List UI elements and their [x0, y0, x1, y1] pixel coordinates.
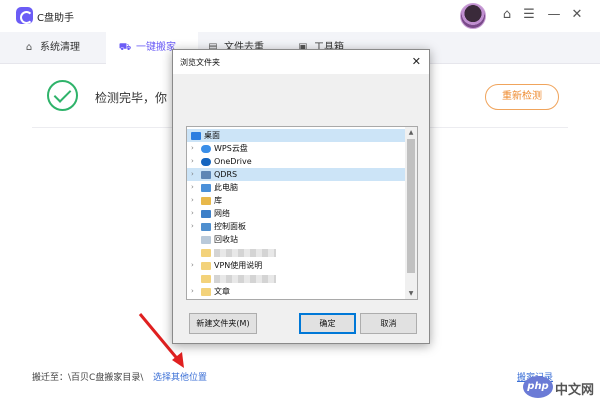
folder-icon [201, 262, 211, 270]
recycle-bin-icon [201, 236, 211, 244]
network-icon [201, 210, 211, 218]
chevron-right-icon[interactable]: › [191, 259, 194, 272]
chevron-right-icon[interactable]: › [191, 142, 194, 155]
tree-item-control-panel[interactable]: › 控制面板 [187, 220, 405, 233]
control-panel-icon [201, 223, 211, 231]
tree-item-library[interactable]: › 库 [187, 194, 405, 207]
user-icon [201, 171, 211, 179]
tree-item-label: 库 [214, 196, 222, 205]
tree-item-label: 资料 [214, 298, 230, 299]
folder-icon [201, 288, 211, 296]
dialog-close-icon[interactable]: ✕ [412, 55, 421, 68]
tree-item-label: QDRS [214, 170, 238, 179]
watermark-text: 中文网 [555, 383, 595, 398]
tree-item-label: OneDrive [214, 157, 252, 166]
tree-scrollbar[interactable]: ▲ ▼ [405, 127, 417, 299]
close-icon[interactable]: ✕ [568, 6, 586, 24]
app-logo-icon [16, 7, 33, 24]
library-icon [201, 197, 211, 205]
cloud-icon [201, 145, 211, 153]
watermark: php 中文网 [523, 376, 600, 401]
tree-item-label: WPS云盘 [214, 144, 248, 153]
status-text: 检测完毕，你 [95, 91, 168, 105]
folder-tree[interactable]: 桌面 › WPS云盘 › OneDrive › QDRS › 此电脑 › 库 ›… [186, 126, 418, 300]
check-circle-icon [47, 80, 78, 111]
scroll-down-icon[interactable]: ▼ [405, 288, 417, 299]
app-titlebar: C盘助手 ⌂ ☰ — ✕ [0, 0, 600, 32]
chevron-right-icon[interactable]: › [191, 285, 194, 298]
tree-item-blurred-folder[interactable] [187, 246, 405, 259]
tree-item-this-pc[interactable]: › 此电脑 [187, 181, 405, 194]
ok-button[interactable]: 确定 [299, 313, 356, 334]
tab-label: 系统清理 [40, 42, 80, 53]
tree-item-network[interactable]: › 网络 [187, 207, 405, 220]
folder-icon [201, 249, 211, 257]
menu-icon[interactable]: ☰ [520, 6, 538, 24]
broom-icon: ⌂ [25, 42, 33, 53]
chevron-right-icon[interactable]: › [191, 298, 194, 299]
app-title: C盘助手 [37, 13, 74, 24]
chevron-right-icon[interactable]: › [191, 168, 194, 181]
tree-item-label: 此电脑 [214, 183, 238, 192]
tree-item-vpn-guide[interactable]: › VPN使用说明 [187, 259, 405, 272]
tab-system-clean[interactable]: ⌂ 系统清理 [22, 32, 80, 64]
tree-item-qdrs[interactable]: › QDRS [187, 168, 405, 181]
tree-item-label: VPN使用说明 [214, 261, 263, 270]
move-to-label: 搬迁至： [32, 373, 69, 383]
dialog-titlebar: 浏览文件夹 ✕ [173, 50, 429, 74]
tree-item-recycle-bin[interactable]: 回收站 [187, 233, 405, 246]
dialog-title: 浏览文件夹 [180, 58, 220, 67]
tree-item-blurred-folder[interactable] [187, 272, 405, 285]
redacted-label [214, 248, 276, 257]
home-icon[interactable]: ⌂ [498, 6, 516, 24]
new-folder-button[interactable]: 新建文件夹(M) [189, 313, 257, 334]
chevron-right-icon[interactable]: › [191, 207, 194, 220]
chevron-right-icon[interactable]: › [191, 194, 194, 207]
scroll-up-icon[interactable]: ▲ [405, 127, 417, 138]
chevron-right-icon[interactable]: › [191, 220, 194, 233]
tree-item-articles[interactable]: › 文章 [187, 285, 405, 298]
rescan-button[interactable]: 重新检测 [485, 84, 559, 110]
redacted-label [214, 274, 276, 283]
tree-item-onedrive[interactable]: › OneDrive [187, 155, 405, 168]
tree-item-wps-cloud[interactable]: › WPS云盘 [187, 142, 405, 155]
avatar[interactable] [460, 3, 486, 29]
cancel-button[interactable]: 取消 [360, 313, 417, 334]
tree-item-label: 回收站 [214, 235, 238, 244]
tree-item-desktop[interactable]: 桌面 [187, 129, 405, 142]
scroll-thumb[interactable] [407, 139, 415, 273]
move-path: \百贝C盘搬家目录\ [68, 373, 144, 383]
truck-icon: ⛟ [118, 42, 132, 53]
tree-item-label: 控制面板 [214, 222, 246, 231]
tab-label: 一键搬家 [136, 42, 176, 53]
minimize-icon[interactable]: — [545, 6, 563, 24]
chevron-right-icon[interactable]: › [191, 155, 194, 168]
desktop-icon [191, 132, 201, 140]
tree-item-label: 网络 [214, 209, 230, 218]
computer-icon [201, 184, 211, 192]
tree-item-label: 文章 [214, 287, 230, 296]
folder-icon [201, 275, 211, 283]
php-logo-icon: php [523, 376, 553, 398]
chevron-right-icon[interactable]: › [191, 181, 194, 194]
onedrive-icon [201, 158, 211, 166]
tree-item-materials[interactable]: › 资料 [187, 298, 405, 299]
tree-item-label: 桌面 [204, 131, 220, 140]
choose-location-link[interactable]: 选择其他位置 [153, 370, 207, 383]
browse-folder-dialog: 浏览文件夹 ✕ 桌面 › WPS云盘 › OneDrive › QDRS › 此… [172, 49, 430, 344]
